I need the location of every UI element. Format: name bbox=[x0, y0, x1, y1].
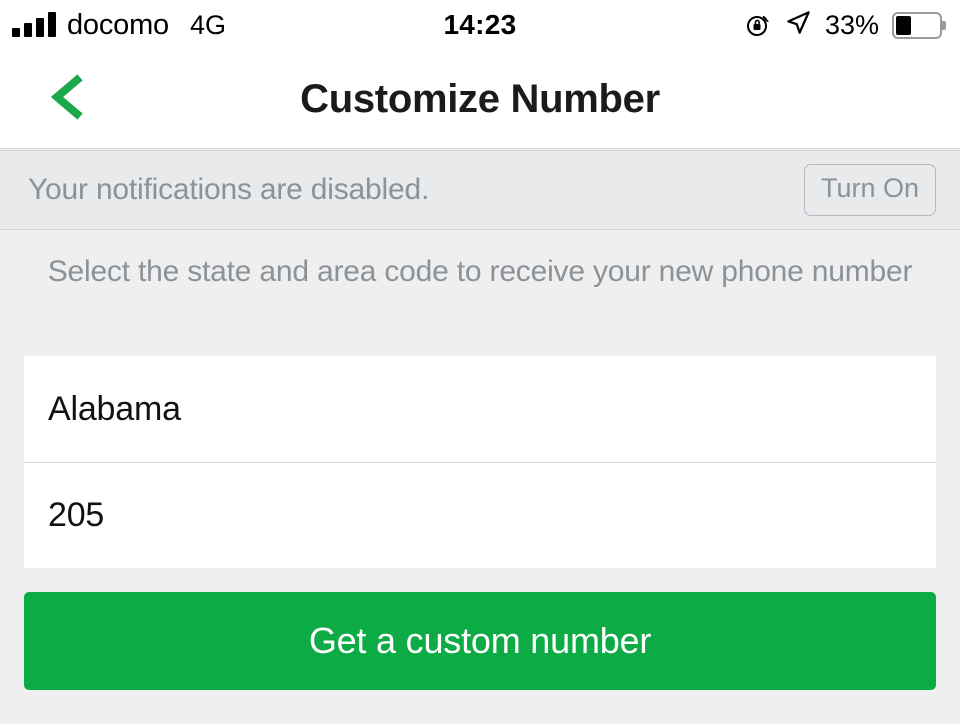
rotation-lock-icon bbox=[745, 12, 772, 39]
navigation-bar: Customize Number bbox=[0, 50, 960, 149]
notification-banner: Your notifications are disabled. Turn On bbox=[0, 150, 960, 230]
status-bar: docomo 4G 14:23 33% bbox=[0, 0, 960, 50]
phone-screen: docomo 4G 14:23 33% Customize Number You… bbox=[0, 0, 960, 724]
get-custom-number-button[interactable]: Get a custom number bbox=[24, 592, 936, 690]
state-select-row[interactable]: Alabama bbox=[24, 356, 936, 462]
instruction-text: Select the state and area code to receiv… bbox=[47, 255, 913, 288]
turn-on-notifications-button[interactable]: Turn On bbox=[803, 164, 936, 216]
area-code-select-row[interactable]: 205 bbox=[24, 462, 936, 568]
status-bar-right: 33% bbox=[745, 0, 946, 50]
state-value: Alabama bbox=[48, 389, 181, 428]
notification-message: Your notifications are disabled. bbox=[28, 173, 430, 206]
selection-card: Alabama 205 bbox=[24, 356, 936, 568]
area-code-value: 205 bbox=[48, 496, 105, 534]
battery-icon bbox=[892, 11, 946, 39]
location-arrow-icon bbox=[785, 9, 812, 41]
battery-percent-label: 33% bbox=[824, 9, 879, 40]
page-title: Customize Number bbox=[300, 77, 660, 121]
